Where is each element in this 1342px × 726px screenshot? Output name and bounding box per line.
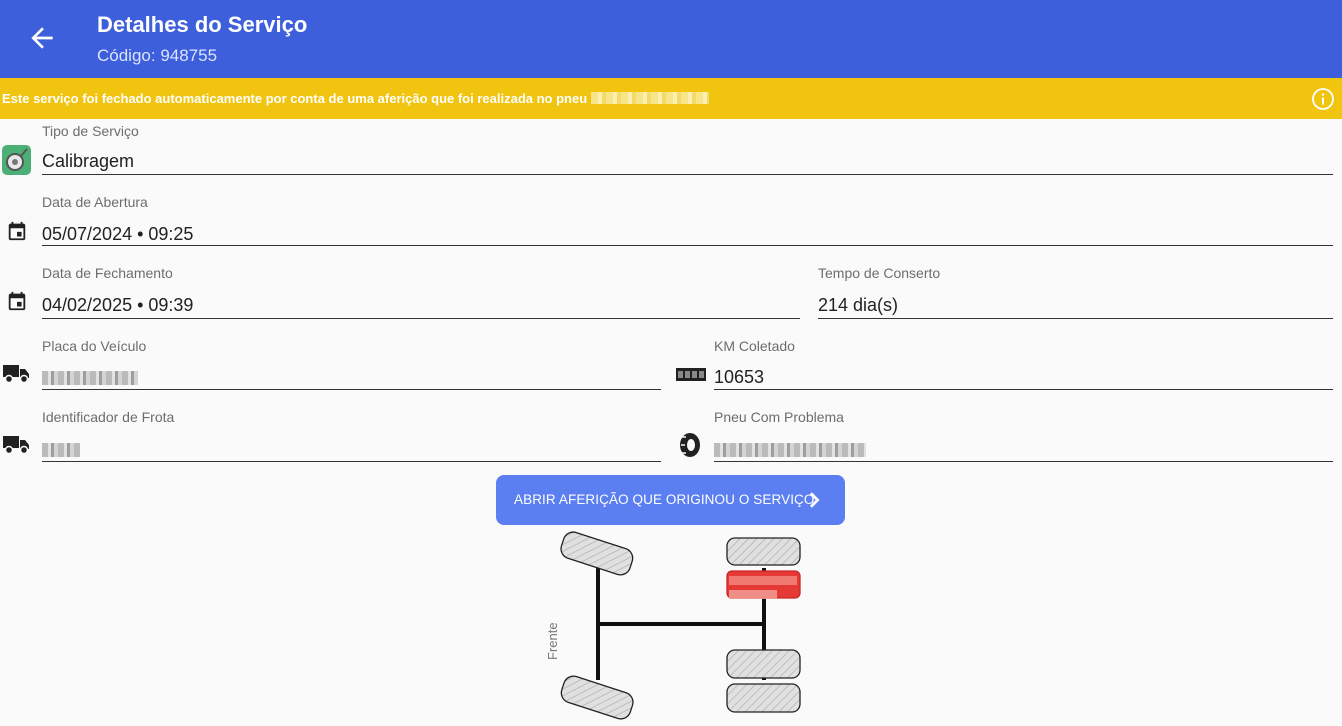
field-km-coletado: KM Coletado 10653: [714, 338, 1333, 390]
field-value: [714, 441, 866, 462]
field-underline: [42, 174, 1333, 175]
field-label: Tipo de Serviço: [42, 123, 139, 139]
field-identificador-frota: Identificador de Frota: [42, 409, 661, 462]
field-label: Data de Abertura: [42, 194, 148, 210]
odometer-icon: [676, 368, 706, 381]
page-title: Detalhes do Serviço: [97, 12, 308, 37]
truck-icon: [3, 436, 29, 455]
redacted-tire-id: [591, 92, 710, 104]
field-underline: [42, 389, 661, 390]
field-underline: [42, 245, 1333, 246]
field-value: 214 dia(s): [818, 295, 899, 315]
field-label: Data de Fechamento: [42, 265, 173, 281]
field-placa-veiculo: Placa do Veículo: [42, 338, 661, 390]
field-underline: [42, 461, 661, 462]
service-code: Código: 948755: [97, 46, 218, 65]
field-underline: [714, 461, 1333, 462]
field-underline: [818, 318, 1333, 319]
field-data-fechamento: Data de Fechamento 04/02/2025 • 09:39: [42, 265, 800, 319]
field-pneu-problema: Pneu Com Problema: [714, 409, 1333, 462]
wheel-icon: [2, 145, 31, 175]
field-label: Placa do Veículo: [42, 338, 147, 354]
tire-rear-left-outer[interactable]: [726, 537, 801, 566]
field-underline: [42, 318, 800, 319]
truck-icon: [3, 365, 29, 384]
chevron-right-icon: [809, 492, 820, 508]
redacted-tire-serial: [714, 443, 866, 457]
calendar-icon: [8, 291, 26, 311]
field-tipo-servico: Tipo de Serviço Calibragem: [42, 123, 1333, 175]
field-data-abertura: Data de Abertura 05/07/2024 • 09:25: [42, 194, 1333, 246]
field-tempo-conserto: Tempo de Conserto 214 dia(s): [818, 265, 1333, 319]
auto-closed-banner: Este serviço foi fechado automaticamente…: [0, 78, 1342, 119]
banner-message-row: Este serviço foi fechado automaticamente…: [2, 91, 710, 106]
redacted-fleet-id: [42, 443, 80, 457]
open-measurement-label: ABRIR AFERIÇÃO QUE ORIGINOU O SERVIÇO: [514, 492, 815, 507]
field-label: KM Coletado: [714, 338, 795, 354]
tire-icon: [680, 433, 700, 457]
field-label: Identificador de Frota: [42, 409, 175, 425]
field-value: [42, 441, 80, 462]
field-label: Tempo de Conserto: [818, 265, 941, 281]
tire-front-right[interactable]: [559, 674, 636, 722]
field-value: [42, 369, 138, 390]
front-label: Frente: [545, 622, 560, 660]
field-value: 04/02/2025 • 09:39: [42, 295, 194, 315]
app-bar: Detalhes do Serviço Código: 948755: [0, 0, 1342, 78]
tire-highlight-label-2: [729, 590, 777, 599]
arrow-back-icon[interactable]: [26, 22, 58, 54]
vehicle-tire-diagram: [559, 531, 801, 722]
field-value: 10653: [714, 367, 765, 387]
field-underline: [714, 389, 1333, 390]
field-label: Pneu Com Problema: [714, 409, 844, 425]
field-value: 05/07/2024 • 09:25: [42, 224, 194, 244]
field-value: Calibragem: [42, 151, 135, 171]
info-icon[interactable]: [1311, 87, 1335, 111]
tire-rear-right-inner[interactable]: [726, 649, 801, 679]
banner-message: Este serviço foi fechado automaticamente…: [2, 91, 588, 106]
tire-highlight-label: [729, 576, 797, 585]
tire-rear-right-outer[interactable]: [726, 683, 801, 713]
calendar-icon: [8, 221, 26, 241]
open-measurement-button[interactable]: ABRIR AFERIÇÃO QUE ORIGINOU O SERVIÇO: [496, 475, 845, 525]
redacted-plate: [42, 371, 138, 385]
